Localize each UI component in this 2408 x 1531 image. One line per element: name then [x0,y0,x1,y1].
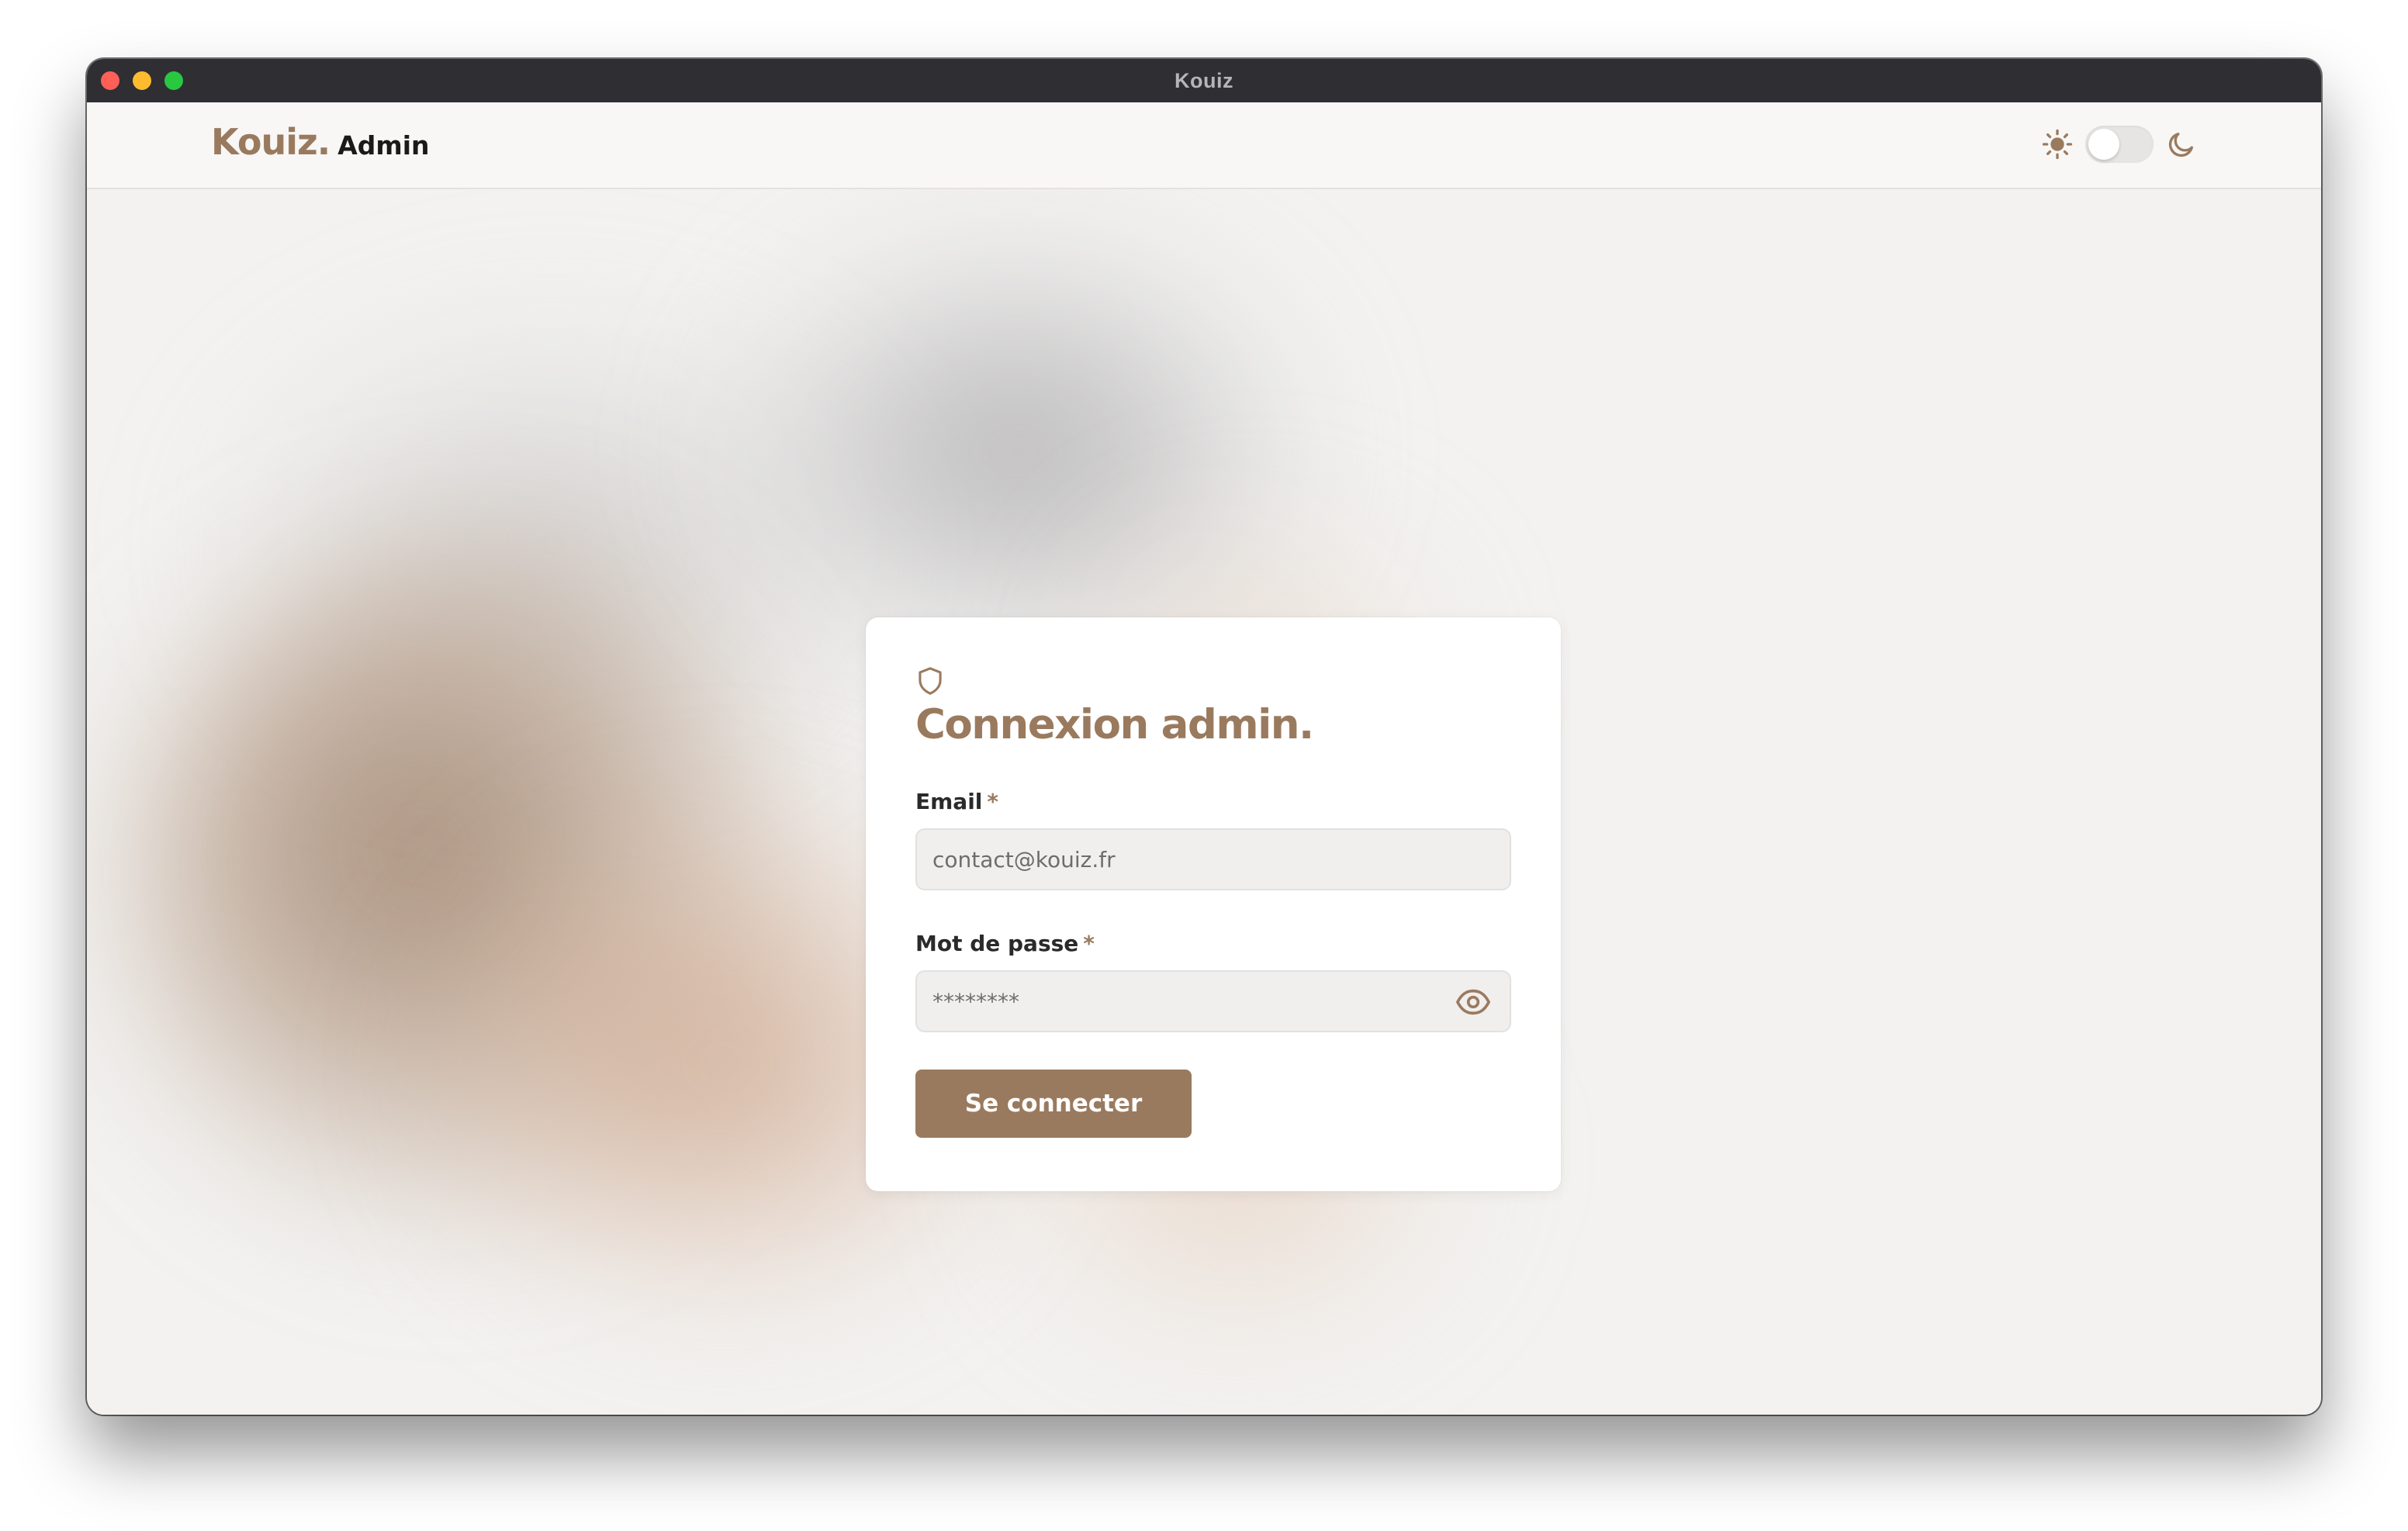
email-field[interactable] [917,830,1429,889]
email-label-text: Email [915,789,983,814]
password-field[interactable] [917,972,1429,1031]
login-title: Connexion admin. [915,701,1314,748]
page-content: Kouiz. Admin Connexion admin. Email * co… [87,102,2321,1415]
required-mark: * [1083,931,1095,956]
maximize-window-button[interactable] [164,71,183,90]
shield-icon [915,667,945,700]
window-titlebar[interactable]: Kouiz [87,59,2321,102]
email-label: Email * [915,789,1511,814]
required-mark: * [987,789,999,814]
app-window: Kouiz Kouiz. Admin Connexion admin. Emai… [87,59,2321,1415]
eye-icon[interactable] [1455,987,1491,1018]
app-header: Kouiz. Admin [87,102,2321,189]
email-field-wrapper [915,828,1511,890]
login-form: Connexion admin. Email* Mot de passe* [915,665,1511,1138]
password-field-wrapper [915,970,1511,1032]
sun-icon [2042,129,2073,160]
theme-toggle-knob [2088,129,2119,160]
logo-wordmark: Kouiz. [211,121,330,163]
moon-icon [2166,129,2197,160]
brand-logo[interactable]: Kouiz. Admin [211,121,430,163]
theme-toggle[interactable] [2085,126,2154,163]
logo-subtitle: Admin [337,130,430,161]
login-card: Connexion admin. Email* Mot de passe* [866,617,1561,1191]
login-submit-button[interactable]: Se connecter [915,1070,1192,1138]
theme-switcher [2042,126,2197,163]
close-window-button[interactable] [101,71,119,90]
window-controls [101,71,183,90]
password-label: Mot de passe * [915,931,1511,956]
window-title: Kouiz [1175,68,1233,92]
minimize-window-button[interactable] [133,71,151,90]
password-label-text: Mot de passe [915,931,1079,956]
